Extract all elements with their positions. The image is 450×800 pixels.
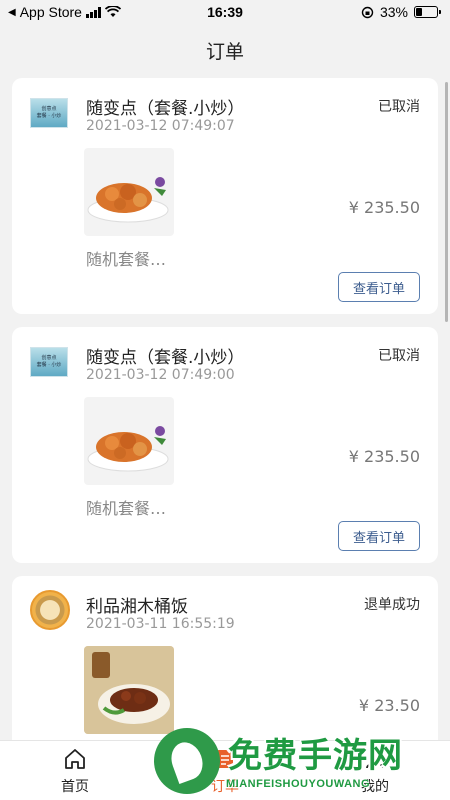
shop-logo-text: 创意点 [41, 105, 57, 112]
shop-logo-text: 创意点 [41, 354, 57, 361]
order-description: 随机套餐… [86, 250, 167, 269]
battery-icon [414, 6, 441, 18]
shop-name: 随变点（套餐.小炒） [86, 348, 245, 368]
battery-percent: 33% [379, 4, 408, 20]
watermark-title: 免费手游网 [228, 736, 403, 776]
tab-home[interactable]: 首页 [0, 741, 150, 800]
order-time: 2021-03-12 07:49:07 [86, 118, 235, 134]
shop-logo: 创意点 套餐 · 小炒 [30, 98, 68, 128]
order-time: 2021-03-11 16:55:19 [86, 616, 235, 632]
order-description: 随机套餐… [86, 499, 167, 518]
shop-logo-subtext: 套餐 · 小炒 [36, 113, 62, 119]
nav-bar: 订单 [0, 24, 450, 76]
watermark-logo-icon [154, 728, 220, 794]
order-card[interactable]: 创意点 套餐 · 小炒 随变点（套餐.小炒） 已取消 2021-03-12 07… [12, 327, 438, 563]
page-title: 订单 [205, 40, 244, 63]
status-bar: ◀ App Store 16:39 33% [0, 0, 450, 24]
watermark-subtitle: MIANFEISHOUYOUWANG [226, 778, 371, 790]
order-status: 已取消 [378, 348, 420, 364]
order-price: ¥ 23.50 [358, 696, 420, 715]
shop-name: 随变点（套餐.小炒） [86, 99, 245, 119]
orientation-lock-icon [361, 6, 374, 18]
dish-image [84, 397, 174, 485]
order-price: ¥ 235.50 [348, 198, 420, 217]
shop-logo [30, 590, 70, 630]
view-order-button[interactable]: 查看订单 [338, 272, 420, 302]
battery-level-fill [416, 8, 422, 16]
order-card[interactable]: 创意点 套餐 · 小炒 随变点（套餐.小炒） 已取消 2021-03-12 07… [12, 78, 438, 314]
view-order-button[interactable]: 查看订单 [338, 521, 420, 551]
dish-image [84, 646, 174, 734]
shop-logo: 创意点 套餐 · 小炒 [30, 347, 68, 377]
order-price: ¥ 235.50 [348, 447, 420, 466]
order-time: 2021-03-12 07:49:00 [86, 367, 235, 383]
shop-logo-subtext: 套餐 · 小炒 [36, 362, 62, 368]
dish-image [84, 148, 174, 236]
home-icon [62, 746, 88, 772]
order-status: 退单成功 [364, 597, 420, 613]
shop-name: 利品湘木桶饭 [86, 597, 188, 617]
order-status: 已取消 [378, 99, 420, 115]
watermark: 免费手游网 MIANFEISHOUYOUWANG [154, 722, 450, 800]
scrollbar[interactable] [445, 82, 448, 322]
tab-home-label: 首页 [61, 778, 89, 795]
